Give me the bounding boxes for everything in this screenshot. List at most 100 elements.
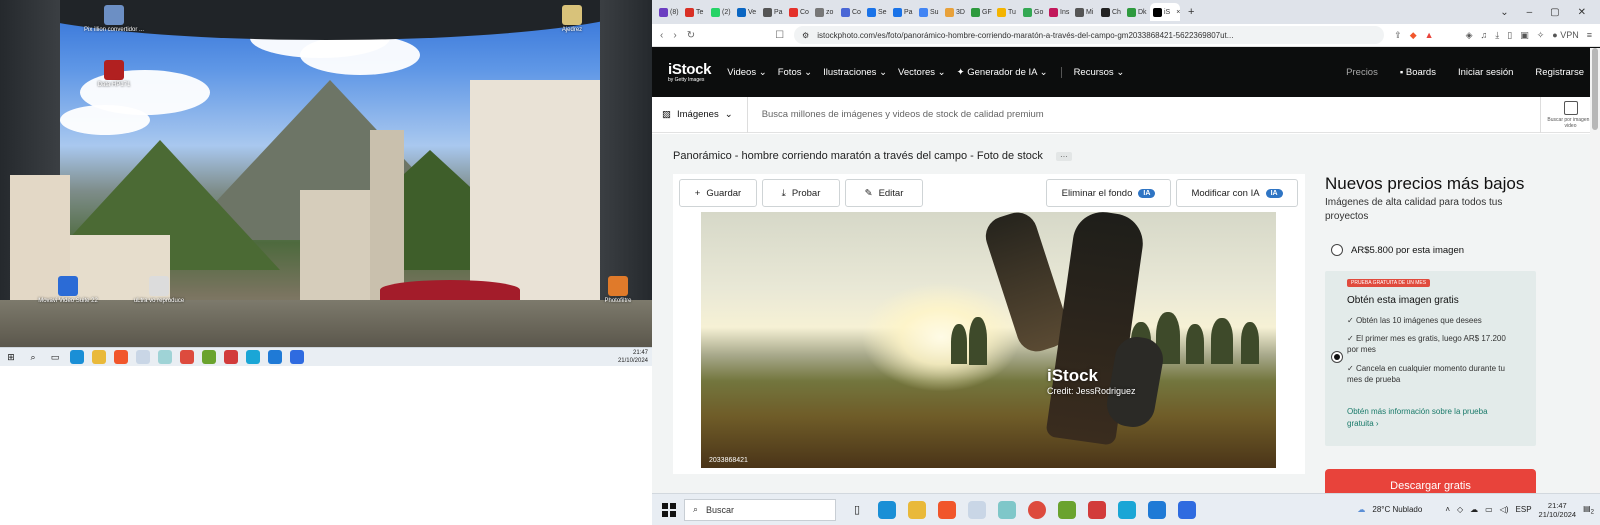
browser-tab[interactable]: GF [968,3,992,21]
nav-videos[interactable]: Videos ⌄ [727,67,767,78]
browser-tab[interactable]: Su [916,3,940,21]
chrome-icon[interactable] [1028,500,1046,519]
app-blue-icon[interactable] [290,350,304,364]
browser-tab[interactable]: (8) [656,3,680,21]
close-tab-icon[interactable]: × [1176,9,1180,16]
app-red-icon[interactable] [224,350,238,364]
more-options-button[interactable]: ··· [1055,151,1072,161]
search-icon[interactable]: ⌕ [26,350,40,364]
option-single-image[interactable]: AR$5.800 por esta imagen [1331,244,1464,256]
stock-photo[interactable]: iStock Credit: JessRodriguez 2033868421 [701,212,1276,468]
nav-fotos[interactable]: Fotos ⌄ [778,67,812,78]
browser-tab[interactable]: Pa [760,3,784,21]
search-input[interactable]: Busca millones de imágenes y videos de s… [762,109,1044,120]
windows-start-icon[interactable] [658,502,680,517]
windows-start-icon[interactable]: ⊞ [4,350,18,364]
file-explorer-icon[interactable] [908,500,926,519]
url-bar[interactable]: ⚙ istockphoto.com/es/foto/panorámico-hom… [794,26,1385,44]
maximize-icon[interactable]: ▢ [1550,7,1559,18]
brave-icon[interactable] [114,350,128,364]
app-green-icon[interactable] [1058,500,1076,519]
browser-tab[interactable]: Go [1020,3,1044,21]
nav-generador-ia[interactable]: ✦ Generador de IA ⌄ [957,67,1048,78]
minimize-icon[interactable]: – [1527,7,1533,18]
nav-ilustraciones[interactable]: Ilustraciones ⌄ [823,67,887,78]
app-cyan-icon[interactable] [246,350,260,364]
nav-recursos[interactable]: Recursos ⌄ [1060,66,1124,78]
weather-icon[interactable]: ☁ [1357,505,1365,514]
browser-tab[interactable]: Tu [994,3,1018,21]
chrome-icon[interactable] [180,350,194,364]
edit-button[interactable]: ✎ Editar [845,179,923,207]
sidebar-icon[interactable]: ▯ [1507,30,1512,41]
istock-logo[interactable]: iStock by Getty Images [668,62,712,83]
brave-rewards-icon[interactable]: ▲ [1425,30,1434,41]
desktop-icon-ajedrez[interactable]: Ajedrez [537,5,607,34]
browser-tab[interactable]: zo [812,3,836,21]
taskbar-clock[interactable]: 21:47 21/10/2024 [1539,501,1577,519]
scrollbar[interactable] [1590,48,1600,493]
taskview-icon[interactable]: ▯ [848,501,866,519]
browser-tab[interactable]: Ve [734,3,758,21]
dropbox-icon[interactable] [136,350,150,364]
desktop-icon-movavi[interactable]: Movavi Video Suite 22 [33,276,103,305]
app-green-icon[interactable] [202,350,216,364]
chevron-up-icon[interactable]: ˄ [1445,505,1450,514]
weather-text[interactable]: 28°C Nublado [1372,505,1422,514]
notification-icon[interactable]: ▤2 [1583,504,1594,516]
share-icon[interactable]: ⇪ [1394,30,1402,41]
language-indicator[interactable]: ESP [1516,505,1532,514]
back-icon[interactable]: ‹ [660,30,663,41]
nav-precios[interactable]: Precios [1346,67,1378,78]
browser-tab[interactable]: iS × [1150,3,1180,21]
browser-tab[interactable]: Te [682,3,706,21]
browser-tab[interactable]: 3D [942,3,966,21]
brave-icon[interactable] [938,500,956,519]
bookmark-icon[interactable]: ☐ [775,30,784,41]
desktop-icon-pixillion[interactable]: Pix illion convertidor ... [79,5,149,34]
radio-trial[interactable] [1331,351,1343,363]
extension-icon[interactable]: ◈ [1466,30,1473,41]
save-button[interactable]: + Guardar [679,179,757,207]
browser-tab[interactable]: Se [864,3,888,21]
trial-info-link[interactable]: Obtén más información sobre la prueba gr… [1347,406,1507,430]
scrollbar-thumb[interactable] [1592,48,1598,130]
browser-tab[interactable]: Co [786,3,810,21]
nav-boards[interactable]: ▪ Boards [1400,67,1436,78]
trial-option[interactable]: PRUEBA GRATUITA DE UN MES Obtén esta ima… [1325,271,1536,446]
remove-background-button[interactable]: Eliminar el fondo IA [1046,179,1171,207]
vscode-icon[interactable] [1148,500,1166,519]
copilot-icon[interactable] [158,350,172,364]
vscode-icon[interactable] [268,350,282,364]
close-icon[interactable]: ✕ [1578,7,1586,18]
music-icon[interactable]: ♫ [1481,30,1488,41]
new-tab-button[interactable]: + [1188,6,1194,18]
file-explorer-icon[interactable] [92,350,106,364]
nav-vectores[interactable]: Vectores ⌄ [898,67,946,78]
forward-icon[interactable]: › [673,30,676,41]
volume-icon[interactable]: ◁) [1500,505,1509,514]
radio-single[interactable] [1331,244,1343,256]
cloud-icon[interactable]: ☁ [1470,505,1478,514]
browser-tab[interactable]: Co [838,3,862,21]
menu-icon[interactable]: ≡ [1587,30,1592,41]
app-cyan-icon[interactable] [1118,500,1136,519]
taskview-icon[interactable]: ▭ [48,350,62,364]
app-blue-icon[interactable] [1178,500,1196,519]
category-dropdown[interactable]: ▨ Imágenes ⌄ [662,96,748,133]
dropbox-icon[interactable] [968,500,986,519]
browser-tab[interactable]: Ins [1046,3,1070,21]
desktop-icon-doc[interactable]: uLtra vo reproduce [124,276,194,305]
left-clock[interactable]: 21:47 21/10/2024 [618,349,648,365]
network-icon[interactable]: ▭ [1485,505,1493,514]
dropbox-tray-icon[interactable]: ◇ [1457,505,1463,514]
desktop-icon-data[interactable]: Data HP171 [79,60,149,89]
nav-login[interactable]: Iniciar sesión [1458,67,1513,78]
leo-icon[interactable]: ✧ [1537,30,1545,41]
wallet-icon[interactable]: ▣ [1520,30,1529,41]
browser-tab[interactable]: Ch [1098,3,1122,21]
app-red-icon[interactable] [1088,500,1106,519]
browser-tab[interactable]: Dk [1124,3,1148,21]
browser-tab[interactable]: (2) [708,3,732,21]
copilot-icon[interactable] [998,500,1016,519]
